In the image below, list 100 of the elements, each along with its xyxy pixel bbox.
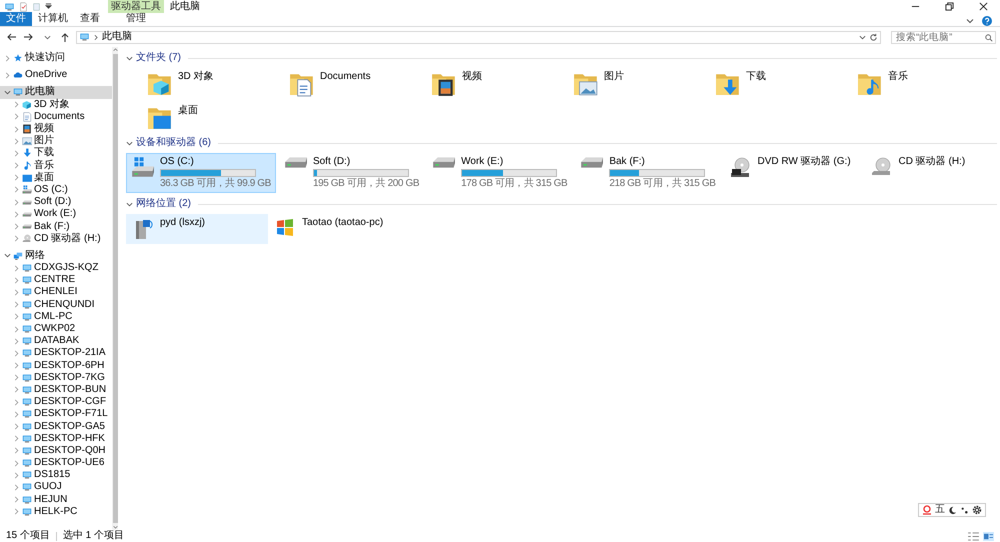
drive-item[interactable]: Soft (D:) 195 GB 可用，共 200 GB [278, 153, 424, 193]
nav-item[interactable]: 图片 [0, 135, 112, 148]
folder-item[interactable]: 下载 [694, 68, 836, 98]
dropdown-icon[interactable] [45, 3, 52, 10]
section-header[interactable]: 文件夹 (7) [136, 52, 181, 64]
nav-item[interactable]: Documents [0, 110, 112, 123]
nav-item[interactable]: Work (E:) [0, 208, 112, 220]
location-item[interactable]: Taotao (taotao-pc) [268, 214, 410, 244]
moon-icon[interactable] [948, 506, 957, 514]
punctuation-icon[interactable] [960, 506, 969, 514]
nav-item[interactable]: HEJUN [0, 494, 112, 506]
nav-item[interactable]: DESKTOP-6PH [0, 360, 112, 372]
help-icon[interactable] [982, 16, 992, 26]
nav-item[interactable]: CML-PC [0, 310, 112, 323]
nav-item[interactable]: Bak (F:) [0, 220, 112, 233]
location-item[interactable]: DVD RW 驱动器 (G:) [724, 153, 862, 193]
nav-item[interactable]: CD 驱动器 (H:) [0, 232, 112, 245]
address-bar[interactable]: 此电脑 [76, 30, 881, 44]
nav-item[interactable]: 桌面 [0, 172, 112, 184]
nav-item[interactable]: DESKTOP-UE6 [0, 457, 112, 470]
nav-item[interactable]: CENTRE [0, 274, 112, 286]
nav-item[interactable]: DESKTOP-7KG [0, 372, 112, 384]
nav-item[interactable]: DS1815 [0, 469, 112, 482]
drive-item[interactable]: Work (E:) 178 GB 可用，共 315 GB [427, 153, 572, 193]
nav-item[interactable]: DESKTOP-GA5 [0, 420, 112, 433]
location-item[interactable]: pyd (lsxzj) [126, 214, 268, 244]
nav-item[interactable]: DESKTOP-F71L [0, 408, 112, 420]
ribbon-tab[interactable]: 管理 [108, 12, 164, 26]
expand-ribbon-icon[interactable] [966, 17, 974, 25]
scroll-down-icon[interactable] [112, 525, 118, 530]
scroll-up-icon[interactable] [112, 47, 118, 52]
drive-item[interactable]: OS (C:) 36.3 GB 可用，共 99.9 GB [126, 153, 276, 193]
nav-item[interactable]: 此电脑 [0, 86, 112, 99]
drive-item[interactable]: Bak (F:) 218 GB 可用，共 315 GB [575, 153, 720, 193]
nav-item[interactable]: DESKTOP-Q0H [0, 444, 112, 457]
drive-icon [580, 156, 604, 169]
section-header[interactable]: 网络位置 (2) [136, 198, 191, 210]
item-label: 桌面 [178, 105, 198, 117]
nav-item[interactable]: 下载 [0, 147, 112, 160]
folder-item[interactable]: 桌面 [126, 102, 268, 132]
file-menu-button[interactable]: 文件 [0, 12, 32, 26]
nav-item[interactable]: 网络 [0, 250, 112, 262]
nav-item[interactable]: CHENQUNDI [0, 298, 112, 311]
chevron-icon[interactable] [126, 140, 133, 146]
folder-item[interactable]: 3D 对象 [126, 68, 268, 98]
nav-item[interactable]: DESKTOP-HFK [0, 432, 112, 445]
refresh-icon[interactable] [869, 32, 878, 42]
nav-item[interactable]: OneDrive [0, 69, 112, 82]
breadcrumb-chevron-icon[interactable] [93, 34, 99, 40]
nav-item[interactable]: HELK-PC [0, 506, 112, 518]
nav-item[interactable]: CHENLEI [0, 286, 112, 299]
folder-item[interactable]: 图片 [552, 68, 694, 98]
chevron-icon[interactable] [4, 252, 11, 260]
computer-icon [22, 263, 32, 274]
nav-item[interactable]: DATABAK [0, 335, 112, 348]
back-arrow-icon[interactable] [6, 32, 16, 42]
nav-item[interactable]: DESKTOP-21IA [0, 347, 112, 360]
folder-item[interactable]: 音乐 [836, 68, 978, 98]
computer-icon [22, 506, 32, 517]
nav-item[interactable]: Soft (D:) [0, 196, 112, 208]
location-item[interactable]: CD 驱动器 (H:) [864, 153, 1000, 193]
nav-item[interactable]: 3D 对象 [0, 98, 112, 111]
section-header[interactable]: 设备和驱动器 (6) [136, 137, 211, 149]
folder-item[interactable]: Documents [268, 68, 410, 98]
nav-item[interactable]: 视频 [0, 122, 112, 136]
settings-icon[interactable] [972, 505, 982, 515]
dropdown-icon[interactable] [859, 34, 866, 40]
details-view-icon[interactable] [968, 532, 979, 540]
folder-item[interactable]: 视频 [410, 68, 552, 98]
search-icon[interactable] [985, 34, 993, 42]
chevron-icon[interactable] [126, 200, 133, 208]
nav-item[interactable]: OS (C:) [0, 184, 112, 196]
chevron-icon[interactable] [126, 54, 133, 62]
properties-icon[interactable] [19, 2, 28, 12]
address-path[interactable]: 此电脑 [102, 31, 132, 43]
forward-arrow-icon[interactable] [24, 32, 34, 42]
ribbon-tab[interactable]: 计算机 [32, 12, 74, 26]
film-icon [22, 124, 32, 134]
computer-icon [22, 312, 32, 322]
ribbon-tab[interactable]: 查看 [74, 12, 106, 26]
nav-item[interactable]: 音乐 [0, 160, 112, 172]
up-arrow-icon[interactable] [60, 32, 70, 42]
disc-drive-icon [728, 156, 752, 180]
selection-count: 选中 1 个项目 [62, 530, 124, 542]
ime-logo-icon[interactable] [922, 505, 932, 515]
nav-item[interactable]: DESKTOP-CGF [0, 396, 112, 408]
dropdown-icon[interactable] [44, 34, 50, 40]
close-icon[interactable] [978, 2, 988, 11]
nav-item[interactable]: CDXGJS-KQZ [0, 262, 112, 274]
nav-item[interactable]: 快速访问 [0, 52, 112, 64]
nav-item[interactable]: GUOJ [0, 481, 112, 494]
nav-item[interactable]: DESKTOP-BUN [0, 384, 112, 396]
scrollbar-thumb[interactable] [112, 54, 118, 523]
scrollbar[interactable] [112, 47, 118, 530]
chevron-icon[interactable] [4, 88, 11, 96]
input-mode-label[interactable]: 五 [935, 504, 945, 516]
restore-icon[interactable] [944, 2, 954, 11]
nav-item[interactable]: CWKP02 [0, 322, 112, 336]
tiles-view-icon[interactable] [983, 532, 994, 540]
search-field[interactable]: 搜索“此电脑” [891, 30, 996, 44]
